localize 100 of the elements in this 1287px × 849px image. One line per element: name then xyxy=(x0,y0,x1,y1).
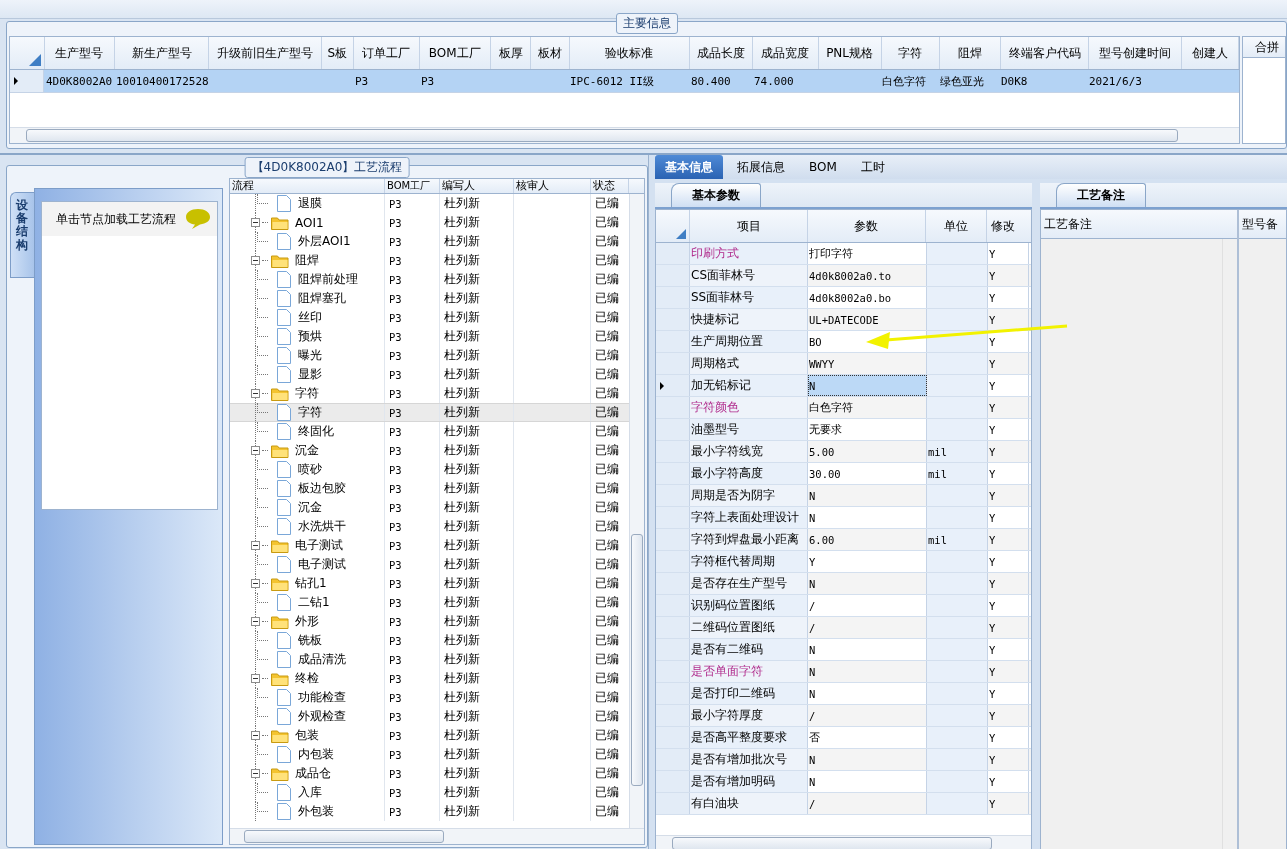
table-row[interactable]: 识别码位置图纸 / Y xyxy=(656,595,1031,617)
horizontal-scrollbar[interactable] xyxy=(656,835,1031,849)
table-row[interactable]: 油墨型号 无要求 Y xyxy=(656,419,1031,441)
vertical-tab[interactable]: 设备结构 xyxy=(10,192,34,278)
tab[interactable]: BOM xyxy=(799,155,847,179)
tab[interactable]: 工时 xyxy=(850,155,895,179)
tree-row[interactable]: 终检 P3 杜列新 已编 xyxy=(230,669,629,688)
column-header[interactable]: 创建人 xyxy=(1181,37,1239,69)
table-row[interactable]: 是否单面字符 N Y xyxy=(656,661,1031,683)
tree-row[interactable]: 二钻1 P3 杜列新 已编 xyxy=(230,593,629,612)
column-header[interactable]: 字符 xyxy=(881,37,940,69)
tree-row[interactable]: 沉金 P3 杜列新 已编 xyxy=(230,498,629,517)
table-row[interactable]: SS面菲林号 4d0k8002a0.bo Y xyxy=(656,287,1031,309)
expander-icon[interactable] xyxy=(251,617,260,626)
tree-row[interactable]: 包装 P3 杜列新 已编 xyxy=(230,726,629,745)
table-row[interactable]: 最小字符线宽 5.00 mil Y xyxy=(656,441,1031,463)
tree-row[interactable]: 电子测试 P3 杜列新 已编 xyxy=(230,555,629,574)
column-header[interactable]: 核审人 xyxy=(514,179,591,193)
tree-row[interactable]: 钻孔1 P3 杜列新 已编 xyxy=(230,574,629,593)
column-header[interactable]: 型号备 xyxy=(1239,210,1286,239)
tree-row[interactable]: 外观检查 P3 杜列新 已编 xyxy=(230,707,629,726)
column-header[interactable]: 合拼 xyxy=(1243,37,1285,58)
column-header[interactable]: BOM工厂 xyxy=(385,179,440,193)
table-row[interactable]: 是否存在生产型号 N Y xyxy=(656,573,1031,595)
tree-row[interactable]: 喷砂 P3 杜列新 已编 xyxy=(230,460,629,479)
tree-row[interactable]: 退膜 P3 杜列新 已编 xyxy=(230,194,629,213)
column-header[interactable]: 型号创建时间 xyxy=(1089,37,1182,69)
column-header[interactable]: 生产型号 xyxy=(44,37,115,69)
expander-icon[interactable] xyxy=(251,446,260,455)
table-row[interactable]: 字符到焊盘最小距离 6.00 mil Y xyxy=(656,529,1031,551)
table-row[interactable]: 快捷标记 UL+DATECODE Y xyxy=(656,309,1031,331)
tree-row[interactable]: 沉金 P3 杜列新 已编 xyxy=(230,441,629,460)
vertical-scrollbar[interactable] xyxy=(629,194,644,828)
table-row[interactable]: 字符颜色 白色字符 Y xyxy=(656,397,1031,419)
tree-row[interactable]: 阻焊 P3 杜列新 已编 xyxy=(230,251,629,270)
expander-icon[interactable] xyxy=(251,389,260,398)
tree-row[interactable]: 阻焊塞孔 P3 杜列新 已编 xyxy=(230,289,629,308)
table-row[interactable]: 周期是否为阴字 N Y xyxy=(656,485,1031,507)
tree-row[interactable]: 外包装 P3 杜列新 已编 xyxy=(230,802,629,821)
table-row[interactable]: 最小字符厚度 / Y xyxy=(656,705,1031,727)
tree-row[interactable]: 板边包胶 P3 杜列新 已编 xyxy=(230,479,629,498)
table-row[interactable]: 是否打印二维码 N Y xyxy=(656,683,1031,705)
column-header[interactable]: 修改 xyxy=(986,210,1031,242)
tree-row[interactable]: 铣板 P3 杜列新 已编 xyxy=(230,631,629,650)
expander-icon[interactable] xyxy=(251,541,260,550)
expander-icon[interactable] xyxy=(251,674,260,683)
tree-row[interactable]: AOI1 P3 杜列新 已编 xyxy=(230,213,629,232)
tab[interactable]: 基本信息 xyxy=(655,155,723,179)
tree-row[interactable]: 成品清洗 P3 杜列新 已编 xyxy=(230,650,629,669)
tree-row[interactable]: 曝光 P3 杜列新 已编 xyxy=(230,346,629,365)
column-header[interactable]: 参数 xyxy=(807,210,926,242)
table-row[interactable]: 是否有二维码 N Y xyxy=(656,639,1031,661)
horizontal-scrollbar[interactable] xyxy=(10,127,1239,143)
column-header[interactable]: PNL规格 xyxy=(818,37,882,69)
column-header[interactable]: 流程 xyxy=(230,179,385,193)
column-header[interactable]: S板 xyxy=(321,37,354,69)
table-row[interactable]: CS面菲林号 4d0k8002a0.to Y xyxy=(656,265,1031,287)
tree-row[interactable]: 显影 P3 杜列新 已编 xyxy=(230,365,629,384)
tree-row[interactable]: 内包装 P3 杜列新 已编 xyxy=(230,745,629,764)
column-header[interactable]: 项目 xyxy=(690,210,808,242)
column-header[interactable]: 阻焊 xyxy=(939,37,1002,69)
column-header[interactable]: 工艺备注 xyxy=(1041,210,1237,239)
column-header[interactable]: 验收标准 xyxy=(569,37,691,69)
table-row[interactable]: 周期格式 WWYY Y xyxy=(656,353,1031,375)
expander-icon[interactable] xyxy=(251,256,260,265)
table-row[interactable]: 字符上表面处理设计 N Y xyxy=(656,507,1031,529)
column-header[interactable]: 新生产型号 xyxy=(114,37,210,69)
tree-row[interactable]: 终固化 P3 杜列新 已编 xyxy=(230,422,629,441)
column-header[interactable]: 升级前旧生产型号 xyxy=(209,37,322,69)
tree-row[interactable]: 成品仓 P3 杜列新 已编 xyxy=(230,764,629,783)
expander-icon[interactable] xyxy=(251,769,260,778)
column-header[interactable]: 订单工厂 xyxy=(353,37,420,69)
table-row[interactable]: 有白油块 / Y xyxy=(656,793,1031,815)
tab[interactable]: 基本参数 xyxy=(671,183,761,207)
column-header[interactable]: 板材 xyxy=(531,37,570,69)
column-header[interactable]: BOM工厂 xyxy=(419,37,491,69)
column-header[interactable]: 成品长度 xyxy=(690,37,754,69)
table-row[interactable]: 是否有增加明码 N Y xyxy=(656,771,1031,793)
tab[interactable]: 拓展信息 xyxy=(727,155,795,179)
table-row[interactable]: 最小字符高度 30.00 mil Y xyxy=(656,463,1031,485)
expander-icon[interactable] xyxy=(251,731,260,740)
tree-row[interactable]: 预烘 P3 杜列新 已编 xyxy=(230,327,629,346)
column-header[interactable]: 成品宽度 xyxy=(753,37,819,69)
expander-icon[interactable] xyxy=(251,218,260,227)
table-row[interactable]: 二维码位置图纸 / Y xyxy=(656,617,1031,639)
table-row[interactable]: 4D0K8002A0 10010400172528 P3 P3 IPC-6012 II级 80.400 74.000 白色字符 绿色亚光 D0K8 2021/6/3 xyxy=(10,70,1239,93)
tree-row[interactable]: 阻焊前处理 P3 杜列新 已编 xyxy=(230,270,629,289)
table-row[interactable]: 字符框代替周期 Y Y xyxy=(656,551,1031,573)
tree-row[interactable]: 水洗烘干 P3 杜列新 已编 xyxy=(230,517,629,536)
column-header[interactable]: 编写人 xyxy=(440,179,514,193)
tree-row[interactable]: 字符 P3 杜列新 已编 xyxy=(230,403,629,422)
table-row[interactable]: 印刷方式 打印字符 Y xyxy=(656,243,1031,265)
tree-row[interactable]: 外层AOI1 P3 杜列新 已编 xyxy=(230,232,629,251)
tree-row[interactable]: 丝印 P3 杜列新 已编 xyxy=(230,308,629,327)
table-row[interactable]: 加无铅标记 N Y xyxy=(656,375,1031,397)
tree-row[interactable]: 外形 P3 杜列新 已编 xyxy=(230,612,629,631)
column-header[interactable]: 终端客户代码 xyxy=(1001,37,1089,69)
horizontal-scrollbar[interactable] xyxy=(230,828,644,844)
column-header[interactable]: 单位 xyxy=(925,210,987,242)
tree-row[interactable]: 功能检查 P3 杜列新 已编 xyxy=(230,688,629,707)
